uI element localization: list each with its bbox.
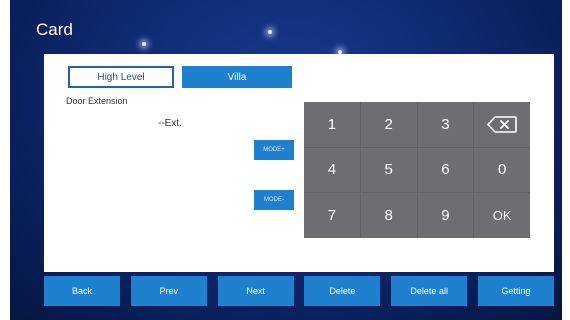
delete-all-button[interactable]: Delete all xyxy=(391,276,468,306)
key-3[interactable]: 3 xyxy=(417,102,474,147)
sparkle-decoration xyxy=(142,42,146,46)
bottom-toolbar: Back Prev Next Delete Delete all Getting xyxy=(44,276,554,306)
mode-plus-button[interactable]: MODE+ xyxy=(254,140,294,160)
numeric-keypad: 1 2 3 4 5 6 0 7 8 9 OK xyxy=(304,102,530,238)
ext-value: --Ext. xyxy=(158,118,182,129)
key-6[interactable]: 6 xyxy=(417,147,474,193)
card-panel: High Level Villa Door Extension --Ext. M… xyxy=(44,54,554,272)
key-5[interactable]: 5 xyxy=(360,147,417,193)
page-title: Card xyxy=(36,20,73,39)
getting-button[interactable]: Getting xyxy=(477,276,554,306)
tab-high-level[interactable]: High Level xyxy=(68,66,174,88)
backspace-icon xyxy=(487,116,517,133)
door-extension-label: Door Extension xyxy=(66,96,128,106)
key-1[interactable]: 1 xyxy=(304,102,360,147)
key-8[interactable]: 8 xyxy=(360,193,417,238)
key-2[interactable]: 2 xyxy=(360,102,417,147)
ok-key[interactable]: OK xyxy=(474,193,530,238)
mode-minus-button[interactable]: MODE- xyxy=(254,190,294,210)
key-4[interactable]: 4 xyxy=(304,147,360,193)
delete-button[interactable]: Delete xyxy=(304,276,381,306)
sparkle-decoration xyxy=(268,30,272,34)
backspace-key[interactable] xyxy=(474,102,530,147)
back-button[interactable]: Back xyxy=(44,276,120,306)
key-7[interactable]: 7 xyxy=(304,193,360,238)
key-0[interactable]: 0 xyxy=(474,147,530,193)
prev-button[interactable]: Prev xyxy=(130,276,207,306)
key-9[interactable]: 9 xyxy=(417,193,474,238)
screen: Card High Level Villa Door Extension --E… xyxy=(10,0,562,320)
tab-villa[interactable]: Villa xyxy=(182,66,292,88)
next-button[interactable]: Next xyxy=(217,276,294,306)
